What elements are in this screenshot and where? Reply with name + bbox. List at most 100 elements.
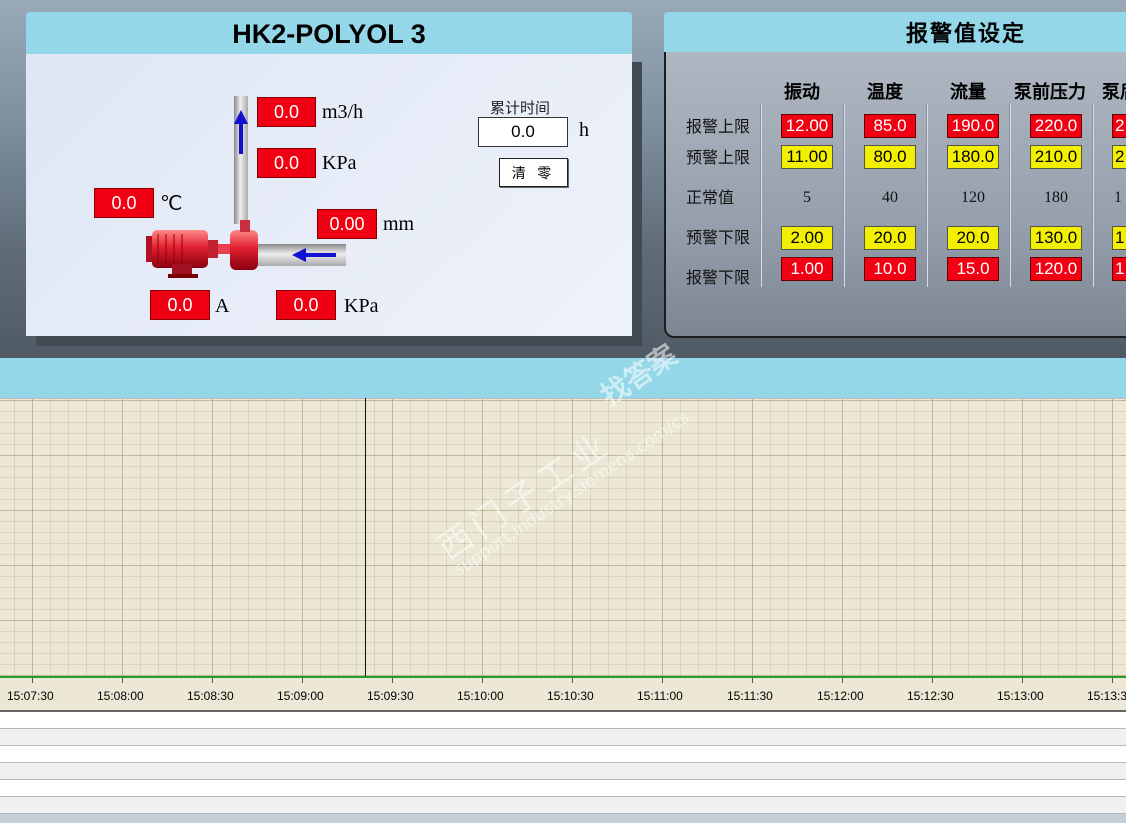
time-label: 15:07:30 [7,689,54,703]
time-axis: 15:07:30 15:08:00 15:08:30 15:09:00 15:0… [0,678,1126,712]
inlet-pressure-low-warning[interactable]: 130.0 [1030,226,1082,250]
table-row[interactable] [0,712,1126,729]
time-label: 15:10:00 [457,689,504,703]
inlet-pressure-high-warning[interactable]: 210.0 [1030,145,1082,169]
alarm-panel-title: 报警值设定 [664,12,1126,52]
process-panel: 0.0 m3/h 0.0 KPa 0.0 ℃ 0.00 mm 0.0 A 0.0… [26,54,632,336]
vibration-unit: mm [383,213,415,235]
outlet-pressure-low-alarm[interactable]: 1 [1112,257,1126,281]
time-tick [392,678,393,683]
outlet-pressure-low-warning[interactable]: 1 [1112,226,1126,250]
column-divider [760,104,762,287]
time-label: 15:08:00 [97,689,144,703]
row-label-low-alarm: 报警下限 [686,270,751,287]
row-label-normal: 正常值 [686,190,735,207]
inlet-pressure-value: 0.0 [276,290,336,320]
temperature-low-alarm[interactable]: 10.0 [864,257,916,281]
flow-normal: 120 [961,189,985,206]
column-divider [1009,104,1011,287]
column-header-temperature: 温度 [867,82,903,102]
flow-high-warning[interactable]: 180.0 [947,145,999,169]
flow-value: 0.0 [257,97,316,127]
table-row[interactable] [0,780,1126,797]
temperature-high-alarm[interactable]: 85.0 [864,114,916,138]
temperature-value: 0.0 [94,188,154,218]
inlet-pressure-low-alarm[interactable]: 120.0 [1030,257,1082,281]
inlet-pressure-normal: 180 [1044,189,1068,206]
row-label-low-warning: 预警下限 [686,230,751,247]
flow-left-arrow-icon [292,248,336,262]
time-label: 15:11:30 [727,689,773,703]
temperature-high-warning[interactable]: 80.0 [864,145,916,169]
column-divider [926,104,928,287]
vibration-low-alarm[interactable]: 1.00 [781,257,833,281]
time-label: 15:12:00 [817,689,864,703]
inlet-pressure-high-alarm[interactable]: 220.0 [1030,114,1082,138]
row-label-high-warning: 预警上限 [686,150,751,167]
vibration-high-warning[interactable]: 11.00 [781,145,833,169]
outlet-pressure-normal: 1 [1114,189,1122,206]
time-label: 15:09:00 [277,689,324,703]
time-label: 15:10:30 [547,689,594,703]
temperature-normal: 40 [882,189,898,206]
outlet-pressure-value: 0.0 [257,148,316,178]
time-tick [662,678,663,683]
column-header-flow: 流量 [950,82,986,102]
table-row[interactable] [0,797,1126,814]
flow-low-alarm[interactable]: 15.0 [947,257,999,281]
pump-motor-icon [146,220,258,278]
column-header-vibration: 振动 [784,82,820,102]
time-tick [932,678,933,683]
flow-unit: m3/h [322,101,364,123]
time-label: 15:09:30 [367,689,414,703]
outlet-pressure-high-alarm[interactable]: 2 [1112,114,1126,138]
vibration-normal: 5 [803,189,811,206]
trend-value-table[interactable] [0,712,1126,823]
time-tick [482,678,483,683]
runtime-label: 累计时间 [490,101,551,117]
vibration-high-alarm[interactable]: 12.00 [781,114,833,138]
time-tick [32,678,33,683]
runtime-value: 0.0 [478,117,568,147]
column-header-outlet-pressure: 泵后 [1102,82,1126,102]
current-unit: A [215,295,230,317]
time-tick [1022,678,1023,683]
reset-runtime-button[interactable]: 清 零 [499,158,568,187]
table-row[interactable] [0,763,1126,780]
column-divider [1092,104,1094,287]
time-tick [122,678,123,683]
column-divider [843,104,845,287]
flow-up-arrow-icon [234,110,248,154]
table-row[interactable] [0,729,1126,746]
outlet-pressure-high-warning[interactable]: 2 [1112,145,1126,169]
runtime-unit: h [579,119,589,141]
time-tick [1112,678,1113,683]
time-tick [842,678,843,683]
table-row [0,814,1126,823]
column-header-inlet-pressure: 泵前压力 [1014,82,1086,102]
trend-toolbar [0,358,1126,398]
row-label-high-alarm: 报警上限 [686,119,751,136]
time-label: 15:12:30 [907,689,954,703]
time-label: 15:08:30 [187,689,234,703]
time-tick [212,678,213,683]
outlet-pressure-unit: KPa [322,152,357,174]
time-tick [572,678,573,683]
trend-plot-area[interactable] [0,398,1126,678]
table-row[interactable] [0,746,1126,763]
time-label: 15:13:30 [1087,689,1126,703]
current-value: 0.0 [150,290,210,320]
time-tick [302,678,303,683]
vibration-low-warning[interactable]: 2.00 [781,226,833,250]
temperature-low-warning[interactable]: 20.0 [864,226,916,250]
temperature-unit: ℃ [160,193,183,215]
process-panel-title: HK2-POLYOL 3 [26,12,632,54]
alarm-panel: 报警上限 预警上限 正常值 预警下限 报警下限 振动 12.00 11.00 5… [664,52,1126,338]
time-tick [752,678,753,683]
flow-high-alarm[interactable]: 190.0 [947,114,999,138]
flow-low-warning[interactable]: 20.0 [947,226,999,250]
time-label: 15:13:00 [997,689,1044,703]
trend-ruler-line[interactable] [365,398,366,678]
vibration-value: 0.00 [317,209,377,239]
time-label: 15:11:00 [637,689,683,703]
